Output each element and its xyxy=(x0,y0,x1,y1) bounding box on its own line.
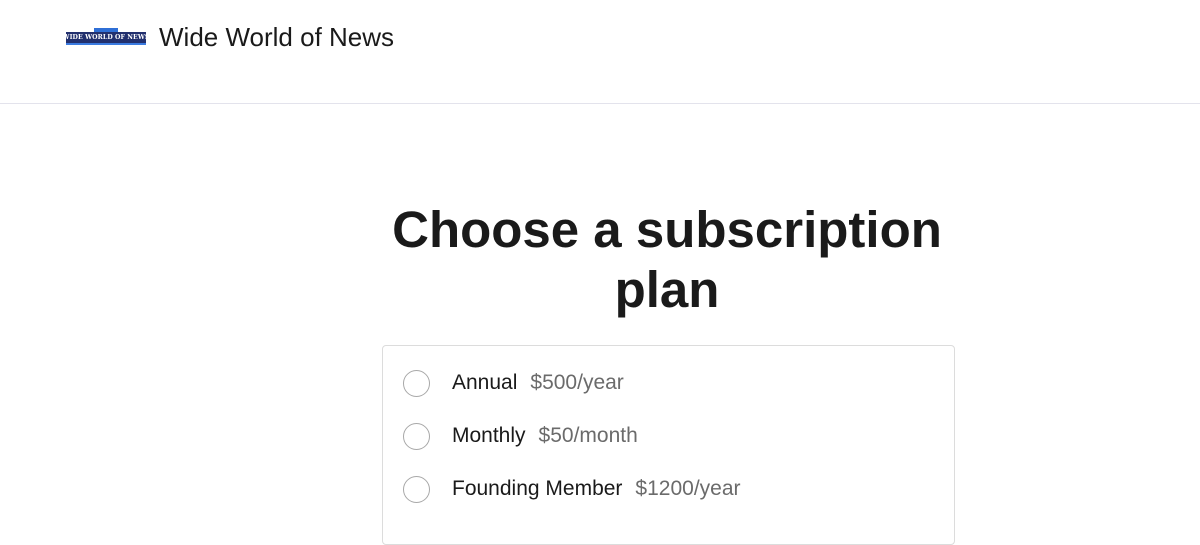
plan-radio-founding-member[interactable] xyxy=(403,475,430,503)
plan-option-annual[interactable]: Annual $500/year xyxy=(403,367,624,399)
plan-radio-annual[interactable] xyxy=(403,369,430,397)
site-title[interactable]: Wide World of News xyxy=(159,22,394,52)
plan-price: $50/month xyxy=(538,424,638,447)
plan-option-monthly[interactable]: Monthly $50/month xyxy=(403,420,638,452)
plan-name: Monthly xyxy=(452,424,526,447)
plan-price: $1200/year xyxy=(635,477,741,500)
plan-options-card: Annual $500/year Monthly $50/month Found… xyxy=(382,345,955,545)
site-header: WIDE WORLD OF NEWS Wide World of News xyxy=(0,0,1200,104)
plan-name: Annual xyxy=(452,371,518,394)
plan-name: Founding Member xyxy=(452,477,623,500)
logo-text: WIDE WORLD OF NEWS xyxy=(62,34,150,42)
logo-bar: WIDE WORLD OF NEWS xyxy=(63,32,149,45)
plan-radio-monthly[interactable] xyxy=(403,422,430,450)
site-logo[interactable]: WIDE WORLD OF NEWS xyxy=(63,28,149,45)
page-title: Choose a subscription plan xyxy=(392,201,942,318)
plan-price: $500/year xyxy=(530,371,624,394)
plan-option-founding-member[interactable]: Founding Member $1200/year xyxy=(403,473,741,505)
